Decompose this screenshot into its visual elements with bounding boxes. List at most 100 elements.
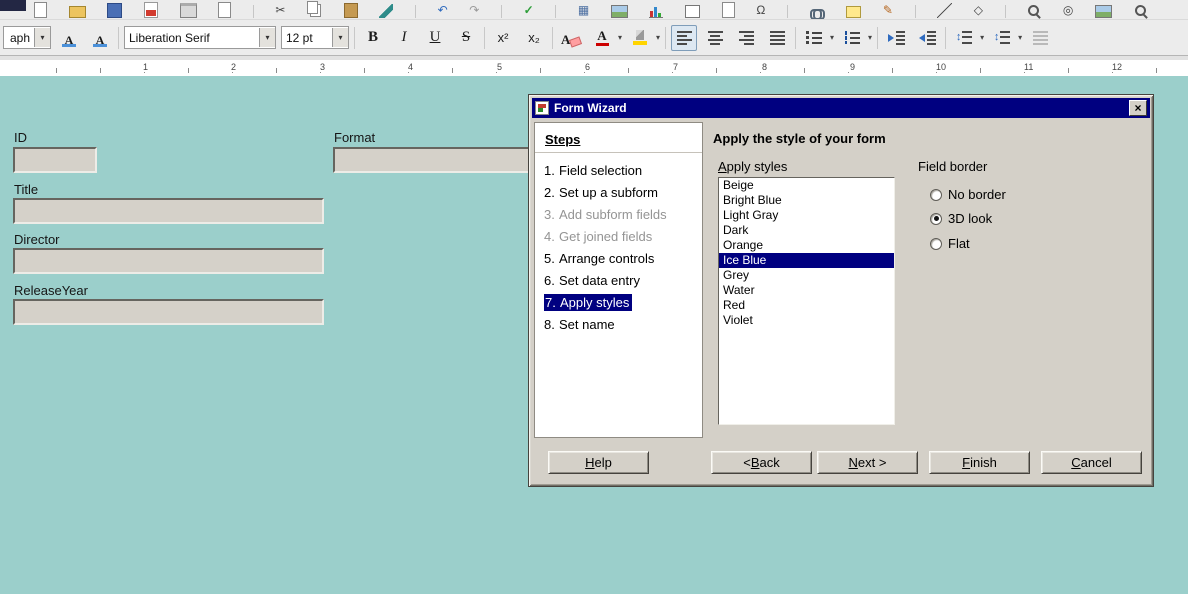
font-name-combo[interactable]: Liberation Serif ▾ bbox=[124, 26, 276, 49]
step-apply-styles[interactable]: 7.Apply styles bbox=[535, 292, 702, 314]
align-justify-button[interactable] bbox=[764, 25, 790, 51]
highlight-color-button[interactable] bbox=[627, 25, 653, 51]
clear-formatting-icon: A bbox=[561, 32, 570, 47]
align-right-button[interactable] bbox=[733, 25, 759, 51]
step-get-joined-fields: 4.Get joined fields bbox=[535, 226, 702, 248]
find-replace-icon[interactable] bbox=[1027, 2, 1041, 18]
insert-image-icon[interactable] bbox=[611, 2, 628, 18]
back-button[interactable]: < Back bbox=[711, 451, 812, 474]
paragraph-style-combo[interactable]: aph ▾ bbox=[3, 26, 51, 49]
clear-formatting-button[interactable]: A bbox=[558, 25, 584, 51]
radio-no-border[interactable]: No border bbox=[930, 187, 1006, 202]
step-set-up-subform[interactable]: 2.Set up a subform bbox=[535, 182, 702, 204]
paste-icon[interactable] bbox=[344, 2, 358, 18]
dropdown-button[interactable]: ▾ bbox=[34, 28, 50, 47]
navigator-icon[interactable]: ◎ bbox=[1063, 2, 1073, 18]
insert-chart-icon[interactable] bbox=[649, 2, 663, 18]
ruler-number: 2 bbox=[229, 62, 238, 72]
style-option-ice-blue[interactable]: Ice Blue bbox=[719, 253, 894, 268]
radio-flat[interactable]: Flat bbox=[930, 236, 970, 251]
insert-field-icon[interactable] bbox=[722, 2, 735, 18]
print-preview-icon[interactable] bbox=[218, 2, 231, 18]
cut-icon[interactable]: ✂ bbox=[275, 2, 285, 18]
finish-button[interactable]: Finish bbox=[929, 451, 1030, 474]
horizontal-ruler[interactable]: 1 2 3 4 5 6 7 8 9 10 11 12 bbox=[0, 56, 1188, 76]
font-color-button[interactable]: A bbox=[589, 25, 615, 51]
step-field-selection[interactable]: 1.Field selection bbox=[535, 160, 702, 182]
dropdown-button[interactable]: ▾ bbox=[259, 28, 275, 47]
line-spacing-dropdown[interactable]: ▾ bbox=[980, 33, 984, 42]
align-left-button[interactable] bbox=[671, 25, 697, 51]
strikethrough-button[interactable]: S bbox=[453, 25, 479, 51]
track-changes-icon[interactable]: ✎ bbox=[883, 2, 893, 18]
close-button[interactable]: × bbox=[1129, 100, 1147, 116]
new-document-icon[interactable] bbox=[34, 2, 47, 18]
style-option-orange[interactable]: Orange bbox=[719, 238, 894, 253]
dropdown-button[interactable]: ▾ bbox=[332, 28, 348, 47]
step-set-name[interactable]: 8.Set name bbox=[535, 314, 702, 336]
zoom-icon[interactable] bbox=[1134, 2, 1148, 18]
open-document-icon[interactable] bbox=[69, 2, 86, 18]
line-spacing-button[interactable]: ↕ bbox=[951, 25, 977, 51]
basic-shapes-icon[interactable]: ◇ bbox=[974, 2, 983, 18]
highlight-color-dropdown[interactable]: ▾ bbox=[656, 33, 660, 42]
help-button[interactable]: Help bbox=[548, 451, 649, 474]
style-option-red[interactable]: Red bbox=[719, 298, 894, 313]
insert-textbox-icon[interactable] bbox=[685, 2, 700, 18]
redo-icon[interactable]: ↷ bbox=[469, 2, 479, 18]
styles-listbox[interactable]: Beige Bright Blue Light Gray Dark Orange… bbox=[718, 177, 895, 425]
italic-button[interactable]: I bbox=[391, 25, 417, 51]
font-name-value: Liberation Serif bbox=[125, 31, 259, 45]
font-size-combo[interactable]: 12 pt ▾ bbox=[281, 26, 349, 49]
insert-line-icon[interactable] bbox=[937, 2, 952, 18]
underline-button[interactable]: U bbox=[422, 25, 448, 51]
style-option-light-gray[interactable]: Light Gray bbox=[719, 208, 894, 223]
numbered-list-dropdown[interactable]: ▾ bbox=[868, 33, 872, 42]
style-option-beige[interactable]: Beige bbox=[719, 178, 894, 193]
steps-list: 1.Field selection 2.Set up a subform 3.A… bbox=[535, 160, 702, 336]
field-input-format[interactable] bbox=[333, 147, 533, 173]
decrease-indent-button[interactable] bbox=[914, 25, 940, 51]
font-color-dropdown[interactable]: ▾ bbox=[618, 33, 622, 42]
insert-comment-icon[interactable] bbox=[846, 2, 861, 18]
insert-link-icon[interactable] bbox=[810, 2, 825, 18]
style-option-bright-blue[interactable]: Bright Blue bbox=[719, 193, 894, 208]
copy-icon[interactable] bbox=[307, 2, 322, 18]
field-input-id[interactable] bbox=[13, 147, 97, 173]
cancel-button[interactable]: Cancel bbox=[1041, 451, 1142, 474]
align-center-button[interactable] bbox=[702, 25, 728, 51]
paragraph-spacing-dropdown[interactable]: ▾ bbox=[1018, 33, 1022, 42]
field-input-title[interactable] bbox=[13, 198, 324, 224]
update-style-button[interactable]: A bbox=[56, 25, 82, 51]
paragraph-spacing-button[interactable]: ↕ bbox=[989, 25, 1015, 51]
field-input-director[interactable] bbox=[13, 248, 324, 274]
save-icon[interactable] bbox=[107, 2, 122, 18]
subscript-button[interactable]: x₂ bbox=[521, 25, 547, 51]
field-input-releaseyear[interactable] bbox=[13, 299, 324, 325]
style-option-water[interactable]: Water bbox=[719, 283, 894, 298]
clone-formatting-icon[interactable] bbox=[379, 2, 393, 18]
bullet-list-button[interactable] bbox=[801, 25, 827, 51]
dialog-titlebar[interactable]: Form Wizard × bbox=[532, 98, 1150, 118]
new-style-button[interactable]: A bbox=[87, 25, 113, 51]
style-option-violet[interactable]: Violet bbox=[719, 313, 894, 328]
spellcheck-icon[interactable]: ✓ bbox=[524, 2, 534, 18]
bullet-list-dropdown[interactable]: ▾ bbox=[830, 33, 834, 42]
insert-special-character-icon[interactable]: Ω bbox=[756, 2, 765, 18]
step-set-data-entry[interactable]: 6.Set data entry bbox=[535, 270, 702, 292]
numbered-list-button[interactable] bbox=[839, 25, 865, 51]
bold-button[interactable]: B bbox=[360, 25, 386, 51]
superscript-button[interactable]: x² bbox=[490, 25, 516, 51]
insert-table-icon[interactable]: ▦ bbox=[578, 2, 589, 18]
gallery-icon[interactable] bbox=[1095, 2, 1112, 18]
next-button[interactable]: Next > bbox=[817, 451, 918, 474]
undo-icon[interactable]: ↶ bbox=[438, 2, 448, 18]
increase-indent-button[interactable] bbox=[883, 25, 909, 51]
radio-3d-look[interactable]: 3D look bbox=[930, 211, 992, 226]
toolbar-extra-button[interactable] bbox=[1027, 25, 1053, 51]
style-option-dark[interactable]: Dark bbox=[719, 223, 894, 238]
style-option-grey[interactable]: Grey bbox=[719, 268, 894, 283]
print-icon[interactable] bbox=[180, 2, 197, 18]
export-pdf-icon[interactable] bbox=[144, 2, 158, 18]
step-arrange-controls[interactable]: 5.Arrange controls bbox=[535, 248, 702, 270]
